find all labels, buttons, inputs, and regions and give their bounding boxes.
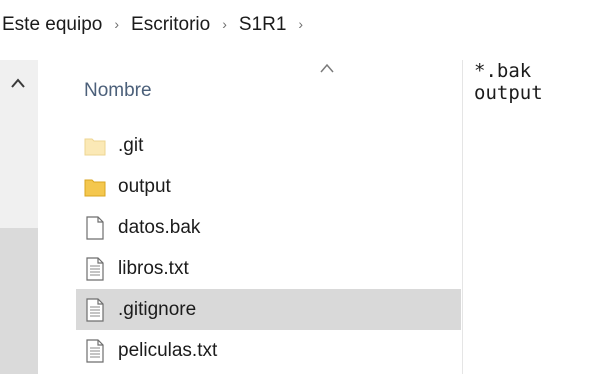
breadcrumb-chevron-icon[interactable]: ›: [298, 16, 303, 32]
file-list-item[interactable]: peliculas.txt: [76, 330, 461, 371]
file-name-label: .gitignore: [118, 298, 197, 320]
file-list-item[interactable]: libros.txt: [76, 248, 461, 289]
breadcrumb: Este equipo › Escritorio › S1R1 ›: [0, 0, 592, 50]
text-file-icon: [84, 297, 106, 323]
breadcrumb-item-s1r1[interactable]: S1R1: [239, 14, 287, 36]
column-header-label: Nombre: [84, 80, 152, 101]
breadcrumb-chevron-icon[interactable]: ›: [114, 16, 119, 32]
blank-file-icon: [84, 215, 106, 241]
file-name-label: output: [118, 175, 171, 197]
file-name-label: .git: [118, 134, 144, 156]
text-file-icon: [84, 338, 106, 364]
file-name-label: datos.bak: [118, 216, 201, 238]
file-name-label: libros.txt: [118, 257, 189, 279]
navigation-pane-scrollbar[interactable]: [0, 60, 38, 374]
file-list-item[interactable]: datos.bak: [76, 207, 461, 248]
pane-divider[interactable]: [462, 60, 463, 374]
breadcrumb-item-escritorio[interactable]: Escritorio: [131, 14, 210, 36]
preview-line: output: [474, 82, 543, 104]
file-list-item[interactable]: output: [76, 166, 461, 207]
folder-icon: [84, 174, 106, 200]
text-file-icon: [84, 256, 106, 282]
breadcrumb-chevron-icon[interactable]: ›: [222, 16, 227, 32]
preview-pane: *.bak output: [474, 60, 592, 104]
file-list-item[interactable]: .git: [76, 125, 461, 166]
file-name-label: peliculas.txt: [118, 339, 218, 361]
breadcrumb-item-este-equipo[interactable]: Este equipo: [2, 14, 102, 36]
file-explorer-window: Este equipo › Escritorio › S1R1 › Nombre…: [0, 0, 592, 374]
file-list: .git output datos.bak libros.txt .gitignore p…: [76, 125, 461, 371]
preview-line: *.bak: [474, 60, 532, 82]
scroll-up-arrow-icon[interactable]: [10, 76, 26, 90]
folder-hidden-icon: [84, 133, 106, 159]
scrollbar-thumb[interactable]: [0, 228, 38, 374]
file-list-item[interactable]: .gitignore: [76, 289, 461, 330]
column-header-name[interactable]: Nombre: [76, 62, 461, 118]
sort-ascending-icon: [320, 63, 334, 73]
